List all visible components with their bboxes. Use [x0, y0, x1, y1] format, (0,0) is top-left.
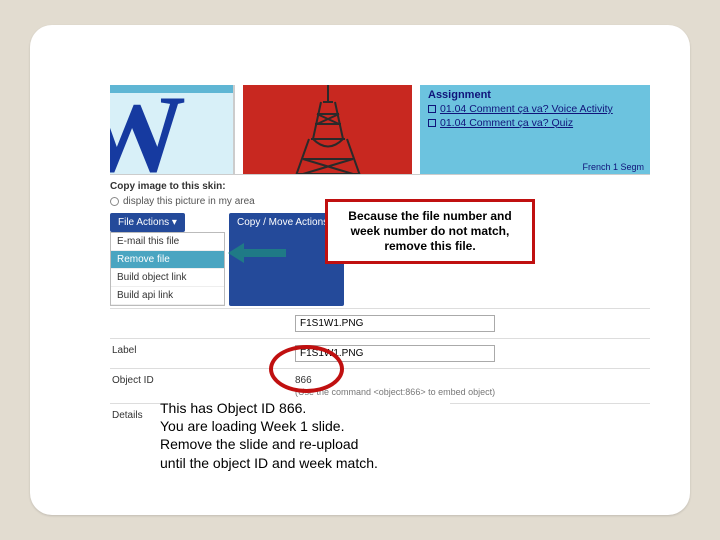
course-banner: W Assignment — [110, 85, 650, 175]
assignment-item[interactable]: 01.04 Comment ça va? Quiz — [428, 117, 642, 130]
caption-text: This has Object ID 866. You are loading … — [160, 399, 450, 472]
caption-line: This has Object ID 866. — [160, 399, 450, 417]
assignment-item[interactable]: 01.04 Comment ça va? Voice Activity — [428, 103, 642, 116]
filename-input[interactable] — [295, 315, 495, 332]
checkbox-icon — [428, 119, 436, 127]
radio-icon[interactable] — [110, 197, 119, 206]
label-label: Label — [110, 345, 295, 356]
assignment-link[interactable]: 01.04 Comment ça va? Quiz — [440, 117, 573, 130]
file-actions-dropdown: E-mail this file Remove file Build objec… — [110, 232, 225, 306]
caption-line: Remove the slide and re-upload — [160, 435, 450, 453]
caption-line: until the object ID and week match. — [160, 454, 450, 472]
dropdown-item-email[interactable]: E-mail this file — [111, 233, 224, 251]
assignment-panel: Assignment 01.04 Comment ça va? Voice Ac… — [420, 85, 650, 174]
arrow-annotation-icon — [228, 241, 288, 265]
checkbox-icon — [428, 105, 436, 113]
assignment-link[interactable]: 01.04 Comment ça va? Voice Activity — [440, 103, 613, 116]
slide-card: W Assignment — [30, 25, 690, 515]
objectid-row: Object ID 866 (Use the command <object:8… — [110, 368, 650, 403]
assignment-heading: Assignment — [428, 89, 642, 101]
logo-letter: W — [110, 85, 186, 174]
label-row: Label — [110, 338, 650, 368]
circle-annotation — [269, 345, 344, 393]
course-footer: French 1 Segm — [582, 162, 644, 172]
caption-line: You are loading Week 1 slide. — [160, 417, 450, 435]
eiffel-tower-icon — [283, 85, 373, 174]
file-actions-button[interactable]: File Actions ▾ — [110, 213, 185, 232]
display-option-label: display this picture in my area — [123, 196, 255, 207]
objectid-label: Object ID — [110, 375, 295, 386]
objectid-hint: (Use the command <object:866> to embed o… — [295, 387, 650, 397]
dropdown-item-build-object-link[interactable]: Build object link — [111, 269, 224, 287]
callout-box: Because the file number and week number … — [325, 199, 535, 264]
dropdown-item-remove[interactable]: Remove file — [111, 251, 224, 269]
copy-image-label: Copy image to this skin: — [110, 181, 650, 192]
banner-logo-panel: W — [110, 85, 235, 174]
banner-image-panel — [235, 85, 420, 174]
dropdown-item-build-api-link[interactable]: Build api link — [111, 287, 224, 305]
filename-row — [110, 308, 650, 338]
